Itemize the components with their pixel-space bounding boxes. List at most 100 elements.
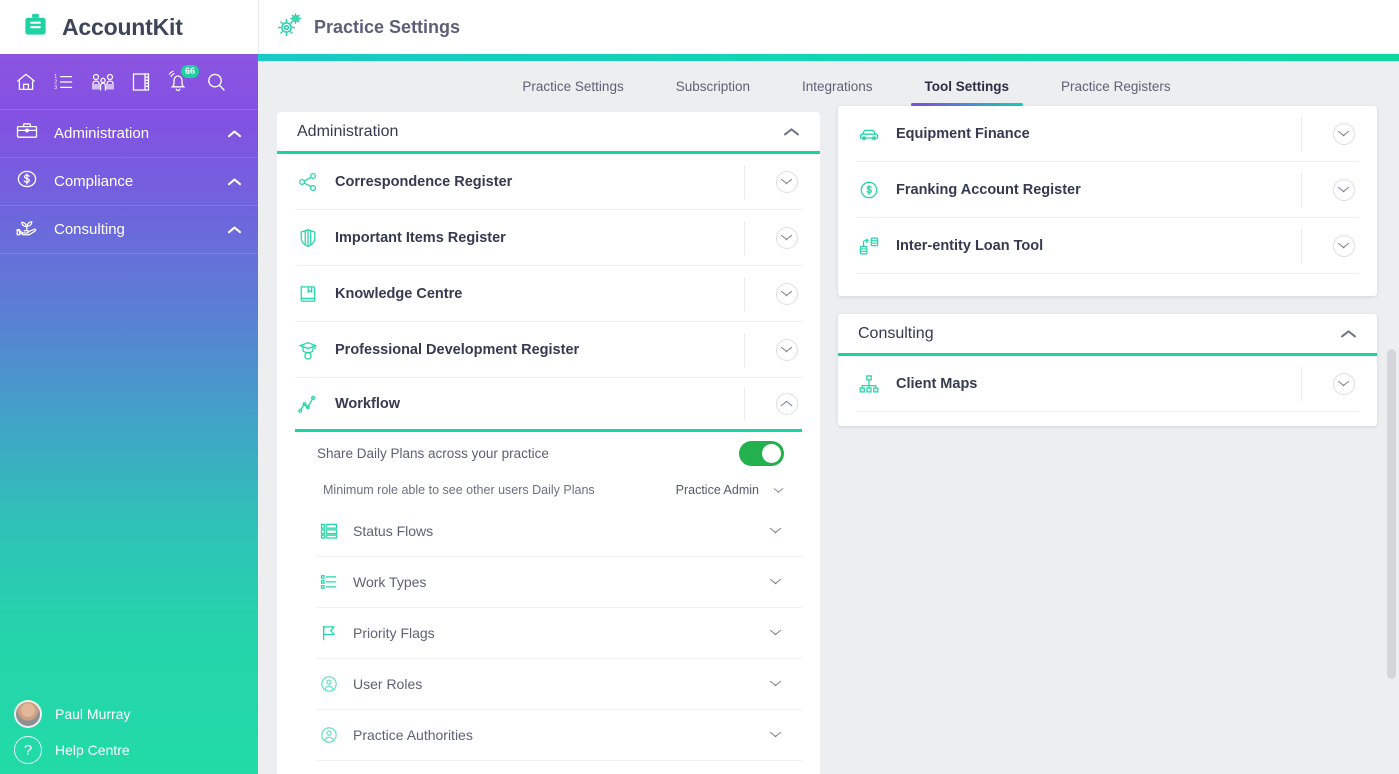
plant-hand-icon <box>14 215 40 244</box>
tool-row-expand[interactable] <box>1301 173 1359 207</box>
tab-label: Practice Registers <box>1061 79 1171 94</box>
panel-consulting-header[interactable]: Consulting <box>838 314 1377 356</box>
chevron-up-icon[interactable] <box>228 225 242 234</box>
chevron-down-icon[interactable] <box>769 680 784 689</box>
chevron-up-icon[interactable] <box>1341 329 1357 339</box>
people-icon[interactable] <box>90 70 116 94</box>
user-profile[interactable]: Paul Murray <box>14 696 258 732</box>
work-types-icon <box>317 572 341 592</box>
tab-tool-settings[interactable]: Tool Settings <box>899 79 1036 106</box>
tool-row-expand[interactable] <box>744 165 802 199</box>
tool-row-expand[interactable] <box>1301 367 1359 401</box>
chevron-down-circle-icon[interactable] <box>1333 235 1355 257</box>
dollar-circle-icon <box>14 167 40 196</box>
sidebar-item-label: Compliance <box>54 173 214 190</box>
graduation-icon <box>295 339 321 361</box>
minimum-role-setting: Minimum role able to see other users Dai… <box>317 474 802 506</box>
help-centre-label: Help Centre <box>55 742 130 758</box>
panel-administration-header[interactable]: Administration <box>277 112 820 154</box>
chevron-down-circle-icon[interactable] <box>1333 373 1355 395</box>
tab-practice-settings[interactable]: Practice Settings <box>496 79 649 106</box>
tool-row-knowledge-centre[interactable]: Knowledge Centre <box>295 266 802 322</box>
search-icon[interactable] <box>204 70 228 94</box>
tool-row-client-maps[interactable]: Client Maps <box>856 356 1359 412</box>
tool-row-franking-account-register[interactable]: Franking Account Register <box>856 162 1359 218</box>
tool-row-collapse[interactable] <box>744 387 802 421</box>
tool-row-expand[interactable] <box>1301 229 1359 263</box>
chevron-down-circle-icon[interactable] <box>1333 123 1355 145</box>
chevron-up-circle-icon[interactable] <box>776 393 798 415</box>
settings-columns: Administration Correspondence Register <box>258 106 1399 774</box>
sidebar: 123 66 Administration Compliance <box>0 54 258 774</box>
tool-row-label: Equipment Finance <box>896 126 1287 142</box>
sidebar-item-consulting[interactable]: Consulting <box>0 206 258 254</box>
bell-badge: 66 <box>181 65 199 78</box>
workflow-subrow-priority-flags[interactable]: Priority Flags <box>317 608 802 659</box>
share-daily-plans-toggle[interactable] <box>739 441 784 466</box>
chevron-down-circle-icon[interactable] <box>1333 179 1355 201</box>
chevron-up-icon[interactable] <box>784 127 800 137</box>
tool-row-expand[interactable] <box>1301 117 1359 151</box>
briefcase-icon <box>22 11 49 43</box>
workflow-subrow-user-roles[interactable]: User Roles <box>317 659 802 710</box>
sidebar-quick-icons: 123 66 <box>0 54 258 110</box>
chevron-down-icon[interactable] <box>769 629 784 638</box>
workflow-subrow-work-types[interactable]: Work Types <box>317 557 802 608</box>
panel-title: Administration <box>297 123 784 141</box>
scrollbar-thumb[interactable] <box>1387 349 1396 679</box>
home-icon[interactable] <box>14 70 38 94</box>
tab-label: Practice Settings <box>522 79 623 94</box>
tool-row-important-items-register[interactable]: Important Items Register <box>295 210 802 266</box>
chevron-down-icon[interactable] <box>769 527 784 536</box>
tool-row-label: Client Maps <box>896 376 1287 392</box>
sidebar-item-administration[interactable]: Administration <box>0 110 258 158</box>
brand-logo[interactable]: AccountKit <box>0 0 258 54</box>
sidebar-item-compliance[interactable]: Compliance <box>0 158 258 206</box>
chevron-down-circle-icon[interactable] <box>776 227 798 249</box>
sidebar-item-label: Administration <box>54 125 214 142</box>
chevron-down-icon[interactable] <box>769 578 784 587</box>
bell-icon[interactable]: 66 <box>166 70 190 94</box>
tool-row-workflow[interactable]: Workflow <box>295 378 802 432</box>
chevron-up-icon[interactable] <box>228 129 242 138</box>
notebook-icon[interactable] <box>130 70 152 94</box>
help-centre-link[interactable]: ? Help Centre <box>14 732 258 768</box>
tool-row-label: Knowledge Centre <box>335 286 730 302</box>
sidebar-item-label: Consulting <box>54 221 214 238</box>
briefcase-icon <box>14 119 40 148</box>
tab-practice-registers[interactable]: Practice Registers <box>1035 79 1197 106</box>
tab-subscription[interactable]: Subscription <box>650 79 776 106</box>
chevron-down-circle-icon[interactable] <box>776 171 798 193</box>
tool-row-expand[interactable] <box>744 277 802 311</box>
chevron-up-icon[interactable] <box>228 177 242 186</box>
tab-integrations[interactable]: Integrations <box>776 79 899 106</box>
workflow-subrow-label: Work Types <box>353 574 757 590</box>
numbered-list-icon[interactable]: 123 <box>52 70 76 94</box>
tool-row-inter-entity-loan-tool[interactable]: Inter-entity Loan Tool <box>856 218 1359 274</box>
flag-icon <box>317 623 341 643</box>
tool-row-correspondence-register[interactable]: Correspondence Register <box>295 154 802 210</box>
tab-label: Integrations <box>802 79 873 94</box>
minimum-role-value[interactable]: Practice Admin <box>676 483 759 497</box>
tool-row-expand[interactable] <box>744 333 802 367</box>
tool-row-professional-development-register[interactable]: Professional Development Register <box>295 322 802 378</box>
panel-consulting: Consulting Client Maps <box>838 314 1377 426</box>
tool-row-expand[interactable] <box>744 221 802 255</box>
accent-bar <box>258 54 1399 61</box>
panel-administration-body: Correspondence Register Important Items … <box>277 154 820 774</box>
chevron-down-circle-icon[interactable] <box>776 339 798 361</box>
brand-name: AccountKit <box>62 14 183 41</box>
panel-title: Consulting <box>858 325 1341 343</box>
share-nodes-icon <box>295 171 321 193</box>
chevron-down-icon[interactable] <box>769 731 784 740</box>
workflow-subrow-label: Priority Flags <box>353 625 757 641</box>
tool-row-equipment-finance[interactable]: Equipment Finance <box>856 106 1359 162</box>
workflow-subrow-status-flows[interactable]: Status Flows <box>317 506 802 557</box>
chevron-down-icon[interactable] <box>773 487 784 494</box>
panel-consulting-body: Client Maps <box>838 356 1377 426</box>
chevron-down-circle-icon[interactable] <box>776 283 798 305</box>
workflow-subrow-label: Status Flows <box>353 523 757 539</box>
page-scrollbar[interactable] <box>1384 61 1399 774</box>
workflow-subrow-practice-authorities[interactable]: Practice Authorities <box>317 710 802 761</box>
book-icon <box>295 283 321 305</box>
